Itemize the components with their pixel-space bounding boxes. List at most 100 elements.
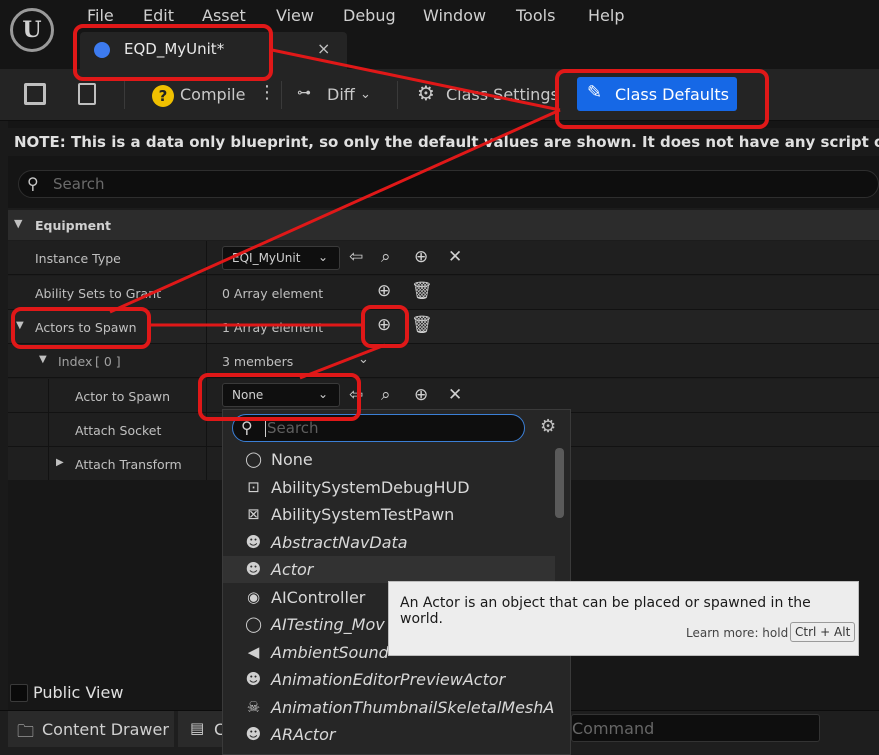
menu-view[interactable]: View [276, 6, 314, 25]
controller-icon: ◉ [246, 587, 261, 606]
actors-to-spawn-value: 1 Array element [222, 320, 324, 335]
compile-button[interactable]: Compile [180, 85, 245, 104]
log-icon: ▤ [190, 719, 205, 737]
class-settings-button[interactable]: Class Settings [446, 85, 559, 104]
diff-button[interactable]: Diff [327, 85, 355, 104]
speaker-icon: ◀ [247, 642, 260, 661]
chevron-right-icon[interactable]: ▶ [56, 457, 64, 468]
actor-icon: ☻ [245, 670, 262, 688]
panel-edge [0, 121, 8, 710]
content-drawer-button[interactable]: 🗀 Content Drawer [8, 711, 174, 747]
add-icon[interactable]: ⊕ [414, 247, 428, 267]
row-instance-type: Instance Type [8, 241, 879, 275]
picker-option[interactable]: ☻ AnimationEditorPreviewActor [223, 666, 555, 693]
picker-option-label: AnimationEditorPreviewActor [271, 670, 506, 689]
skeleton-icon: ☠ [246, 697, 261, 716]
circle-icon: ◯ [245, 450, 262, 468]
chevron-down-icon: ⌄ [318, 250, 329, 264]
menu-window[interactable]: Window [423, 6, 486, 25]
picker-option[interactable]: ☻ ARActor [223, 721, 555, 748]
picker-option-label: ARActor [271, 725, 336, 744]
picker-scrollbar[interactable] [555, 448, 564, 518]
index-members-value: 3 members [222, 354, 294, 369]
ability-sets-label: Ability Sets to Grant [35, 286, 162, 301]
instance-type-value: EQI_MyUnit [232, 251, 301, 265]
annotation-box-tab [73, 24, 273, 81]
actor-icon: ☻ [245, 725, 262, 743]
tooltip-learn-more: Learn more: hold [686, 626, 789, 640]
picker-option-label: None [271, 450, 313, 469]
category-label: Equipment [35, 218, 111, 233]
menu-help[interactable]: Help [588, 6, 624, 25]
row-actor-to-spawn: Actor to Spawn [8, 379, 879, 413]
actor-icon: ☻ [245, 532, 262, 551]
gear-icon[interactable]: ⚙ [540, 416, 556, 437]
picker-option[interactable]: ◯ None [223, 446, 555, 473]
close-icon[interactable]: × [317, 39, 330, 58]
browse-icon[interactable] [78, 83, 96, 105]
picker-option-label: AbilitySystemDebugHUD [271, 477, 470, 497]
picker-option[interactable]: ⊠ AbilitySystemTestPawn [223, 501, 555, 528]
use-selected-icon[interactable]: ⇦ [349, 247, 363, 267]
pawn-icon: ⊠ [247, 505, 260, 523]
public-view-label: Public View [33, 683, 124, 702]
menu-edit[interactable]: Edit [143, 6, 174, 25]
save-icon[interactable] [24, 83, 46, 105]
folder-icon: 🗀 [17, 722, 34, 742]
chevron-down-icon[interactable]: ▼ [39, 354, 47, 365]
toolbar-separator [281, 81, 282, 109]
browse-folder-icon[interactable]: ⌕ [381, 385, 391, 405]
clear-icon[interactable]: ✕ [448, 385, 462, 405]
chevron-down-icon[interactable]: ⌄ [360, 87, 371, 102]
menu-debug[interactable]: Debug [343, 6, 396, 25]
annotation-box-actor-combo [198, 373, 361, 421]
picker-option[interactable]: ☠ AnimationThumbnailSkeletalMeshA [223, 694, 555, 721]
attach-socket-label: Attach Socket [75, 423, 162, 438]
picker-option-label: AmbientSound [271, 642, 389, 662]
search-icon: ⚲ [27, 174, 39, 193]
picker-option[interactable]: ☻ Actor [223, 556, 555, 583]
unreal-logo-icon[interactable]: U [10, 8, 54, 52]
compile-options-icon[interactable]: ⋮ [258, 82, 276, 103]
output-log-button[interactable]: ▤ C [178, 711, 225, 747]
menu-file[interactable]: File [87, 6, 114, 25]
toolbar-separator [397, 81, 398, 109]
instance-type-combo[interactable]: EQI_MyUnit ⌄ [222, 246, 340, 270]
row-index-0: ▼ Index [ 0 ] 3 members ⌄ [8, 344, 879, 378]
tooltip-text: An Actor is an object that can be placed… [400, 595, 811, 627]
menu-asset[interactable]: Asset [202, 6, 246, 25]
toolbar-separator [124, 81, 125, 109]
chevron-down-icon[interactable]: ⌄ [358, 352, 369, 367]
attach-transform-label: Attach Transform [75, 457, 182, 472]
indent-guide [48, 379, 49, 481]
picker-option[interactable]: ⊡ AbilitySystemDebugHUD [223, 474, 555, 501]
trash-icon[interactable]: 🗑 [411, 315, 433, 335]
add-icon[interactable]: ⊕ [414, 385, 428, 405]
circle-icon: ◯ [245, 615, 262, 633]
instance-type-label: Instance Type [35, 251, 121, 266]
index-number: [ 0 ] [95, 354, 121, 369]
trash-icon[interactable]: 🗑 [411, 281, 433, 301]
menu-tools[interactable]: Tools [516, 6, 555, 25]
annotation-box-add-element [361, 305, 409, 348]
text-cursor [265, 420, 266, 437]
annotation-box-actors-to-spawn [11, 307, 151, 349]
category-equipment[interactable]: ▼ Equipment [8, 210, 879, 240]
picker-option-label: AIController [271, 587, 366, 607]
command-input[interactable]: Command [571, 714, 820, 742]
browse-folder-icon[interactable]: ⌕ [381, 247, 391, 267]
picker-option-label: AITesting_Mov [271, 615, 385, 634]
tooltip-shortcut: Ctrl + Alt [790, 622, 856, 642]
data-only-note: NOTE: This is a data only blueprint, so … [8, 128, 879, 156]
picker-option-label: Actor [271, 560, 314, 579]
picker-search-placeholder: Search [267, 419, 319, 437]
picker-option[interactable]: ☻ AbstractNavData [223, 529, 555, 556]
chevron-down-icon[interactable]: ▼ [14, 217, 22, 230]
gear-icon: ⚙ [417, 81, 435, 105]
add-element-icon[interactable]: ⊕ [377, 281, 391, 301]
clear-icon[interactable]: ✕ [448, 247, 462, 267]
details-search-input[interactable]: ⚲ Search [18, 170, 879, 198]
column-divider[interactable] [206, 241, 207, 481]
public-view-checkbox[interactable] [10, 684, 28, 702]
picker-option-label: AbilitySystemTestPawn [271, 505, 455, 524]
